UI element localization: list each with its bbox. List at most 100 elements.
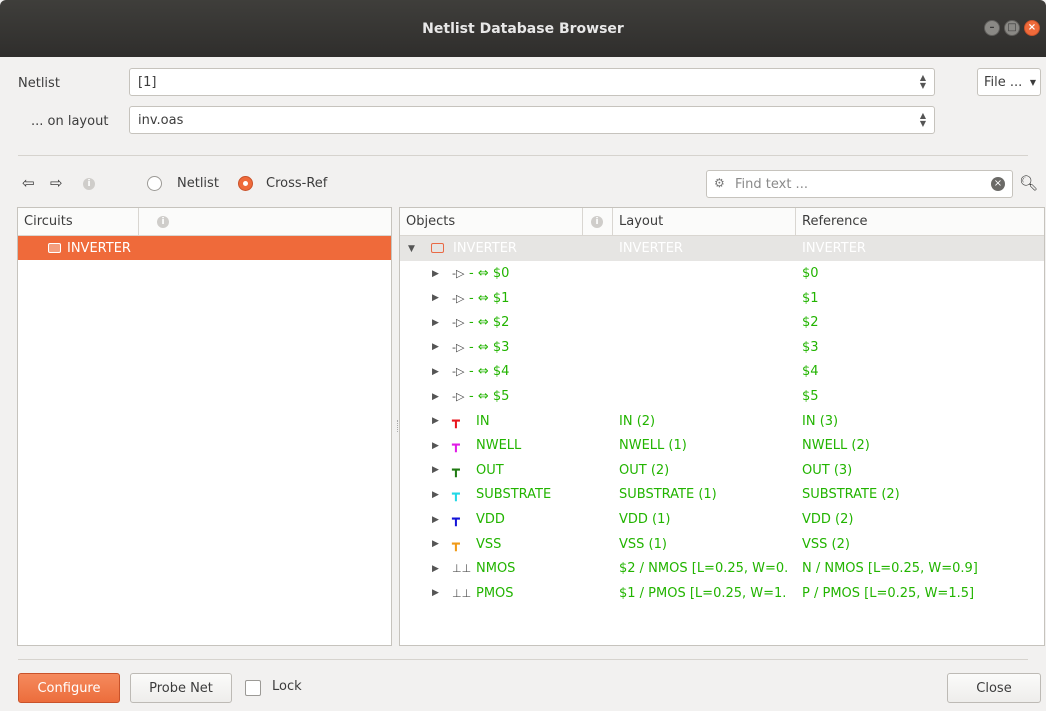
crossref-mode-radio[interactable] [238, 176, 253, 191]
layout-value: $2 / NMOS [L=0.25, W=0. [619, 561, 789, 577]
layout-value [619, 359, 802, 384]
collapsed-arrow-icon[interactable]: ▶ [432, 367, 439, 377]
tree-row-device[interactable]: ▶ ⊥⊥ NMOS $2 / NMOS [L=0.25, W=0. N / NMOS [… [400, 556, 1044, 581]
reference-value: $5 [802, 389, 819, 404]
object-name: PMOS [476, 585, 514, 601]
tree-row-root[interactable]: ▼ INVERTER INVERTER INVERTER [400, 236, 1044, 261]
pin-icon: -▷ [452, 390, 465, 403]
device-icon: ⊥⊥ [452, 586, 472, 600]
device-icon: ⊥⊥ [452, 562, 472, 576]
net-icon: ┳ [452, 536, 460, 552]
reference-value: NWELL (2) [802, 438, 870, 454]
collapsed-arrow-icon[interactable]: ▶ [432, 515, 439, 525]
select-arrows-icon: ▲ ▼ [919, 73, 926, 90]
pin-icon: -▷ [452, 340, 465, 354]
pin-icon: -▷ [452, 291, 465, 305]
collapsed-arrow-icon[interactable]: ▶ [432, 392, 439, 402]
collapsed-arrow-icon[interactable]: ▶ [432, 293, 439, 303]
tree-row-net[interactable]: ▶ ┳ VDD VDD (1) VDD (2) [400, 507, 1044, 532]
tree-row-pin[interactable]: ▶ -▷ - ⇔ $1 $1 [400, 286, 1044, 311]
tree-row-pin[interactable]: ▶ -▷ - ⇔ $0 $0 [400, 261, 1044, 286]
probe-net-button[interactable]: Probe Net [130, 673, 232, 703]
circuit-row-inverter[interactable]: INVERTER [18, 236, 391, 260]
collapsed-arrow-icon[interactable]: ▶ [432, 588, 439, 598]
netlist-mode-label: Netlist [177, 176, 219, 191]
collapsed-arrow-icon[interactable]: ▶ [432, 465, 439, 475]
tree-row-device[interactable]: ▶ ⊥⊥ PMOS $1 / PMOS [L=0.25, W=1. P / PMOS [… [400, 581, 1044, 606]
pin-icon: -▷ [452, 316, 465, 330]
object-name: NMOS [476, 561, 516, 577]
find-text-input[interactable] [733, 175, 983, 193]
lock-checkbox[interactable] [245, 680, 261, 696]
circuits-info-header[interactable]: i [139, 208, 391, 236]
layout-column-header[interactable]: Layout [613, 208, 796, 236]
layout-value: OUT (2) [619, 462, 670, 478]
collapsed-arrow-icon[interactable]: ▶ [432, 564, 439, 574]
clear-icon[interactable]: × [991, 177, 1005, 191]
tree-row-net[interactable]: ▶ ┳ VSS VSS (1) VSS (2) [400, 532, 1044, 557]
reference-column-header[interactable]: Reference [796, 208, 1044, 236]
tree-row-pin[interactable]: ▶ -▷ - ⇔ $4 $4 [400, 359, 1044, 384]
find-text-field[interactable]: ⚙ × [706, 170, 1013, 198]
divider [18, 659, 1028, 660]
window-title: Netlist Database Browser [422, 20, 624, 37]
root-name: INVERTER [453, 241, 517, 256]
circuits-panel: Circuits i INVERTER [17, 207, 392, 646]
tree-row-net[interactable]: ▶ ┳ SUBSTRATE SUBSTRATE (1) SUBSTRATE (2) [400, 482, 1044, 507]
forward-arrow-icon[interactable]: ⇨ [50, 174, 63, 192]
collapsed-arrow-icon[interactable]: ▶ [432, 342, 439, 352]
tree-row-net[interactable]: ▶ ┳ NWELL NWELL (1) NWELL (2) [400, 433, 1044, 458]
objects-info-header[interactable]: i [583, 208, 613, 236]
netlist-mode-radio[interactable] [147, 176, 162, 191]
objects-header[interactable]: Objects [400, 208, 583, 236]
close-window-icon[interactable]: × [1024, 20, 1040, 36]
root-layout: INVERTER [619, 241, 683, 256]
reference-value: VSS (2) [802, 536, 850, 552]
maximize-icon[interactable]: □ [1004, 20, 1020, 36]
object-name: IN [476, 413, 490, 429]
tree-row-net[interactable]: ▶ ┳ OUT OUT (2) OUT (3) [400, 458, 1044, 483]
layout-value [619, 384, 802, 409]
layout-value [619, 261, 802, 286]
configure-button[interactable]: Configure [18, 673, 120, 703]
objects-panel: Objects i Layout Reference ▼ INVERTER IN… [397, 207, 1045, 646]
layout-value: inv.oas [138, 112, 184, 128]
reference-value: $4 [802, 364, 819, 380]
crossref-mode-label: Cross-Ref [266, 176, 328, 191]
object-name: - ⇔ $3 [469, 339, 510, 355]
tree-row-pin[interactable]: ▶ -▷ - ⇔ $3 $3 [400, 335, 1044, 360]
expanded-arrow-icon[interactable]: ▼ [408, 244, 415, 254]
root-reference: INVERTER [802, 241, 866, 256]
close-button[interactable]: Close [947, 673, 1041, 703]
splitter-handle[interactable] [397, 420, 399, 432]
circuits-header[interactable]: Circuits [18, 208, 139, 236]
collapsed-arrow-icon[interactable]: ▶ [432, 416, 439, 426]
divider [18, 155, 1028, 156]
netlist-value: [1] [138, 74, 157, 90]
layout-select[interactable]: inv.oas ▲ ▼ [129, 106, 935, 134]
layout-value [619, 286, 802, 311]
tree-row-pin[interactable]: ▶ -▷ - ⇔ $5 $5 [400, 384, 1044, 409]
layout-value: IN (2) [619, 413, 656, 429]
collapsed-arrow-icon[interactable]: ▶ [432, 269, 439, 279]
collapsed-arrow-icon[interactable]: ▶ [432, 318, 439, 328]
object-name: - ⇔ $1 [469, 290, 510, 306]
collapsed-arrow-icon[interactable]: ▶ [432, 539, 439, 549]
net-icon: ┳ [452, 512, 460, 527]
file-menu-button[interactable]: File ... ▼ [977, 68, 1041, 96]
collapsed-arrow-icon[interactable]: ▶ [432, 441, 439, 451]
object-name: OUT [476, 462, 504, 478]
chevron-down-icon: ▼ [1029, 78, 1036, 87]
netlist-select[interactable]: [1] ▲ ▼ [129, 68, 935, 96]
object-name: - ⇔ $2 [469, 315, 510, 331]
back-arrow-icon[interactable]: ⇦ [22, 174, 35, 192]
tree-row-pin[interactable]: ▶ -▷ - ⇔ $2 $2 [400, 310, 1044, 335]
net-icon: ┳ [452, 438, 460, 454]
tree-row-net[interactable]: ▶ ┳ IN IN (2) IN (3) [400, 409, 1044, 434]
minimize-icon[interactable]: – [984, 20, 1000, 36]
object-name: VSS [476, 536, 502, 552]
circuit-name: INVERTER [67, 240, 131, 256]
collapsed-arrow-icon[interactable]: ▶ [432, 490, 439, 500]
search-icon[interactable]: 🔍︎ [1019, 174, 1038, 192]
title-bar: Netlist Database Browser – □ × [0, 0, 1046, 57]
